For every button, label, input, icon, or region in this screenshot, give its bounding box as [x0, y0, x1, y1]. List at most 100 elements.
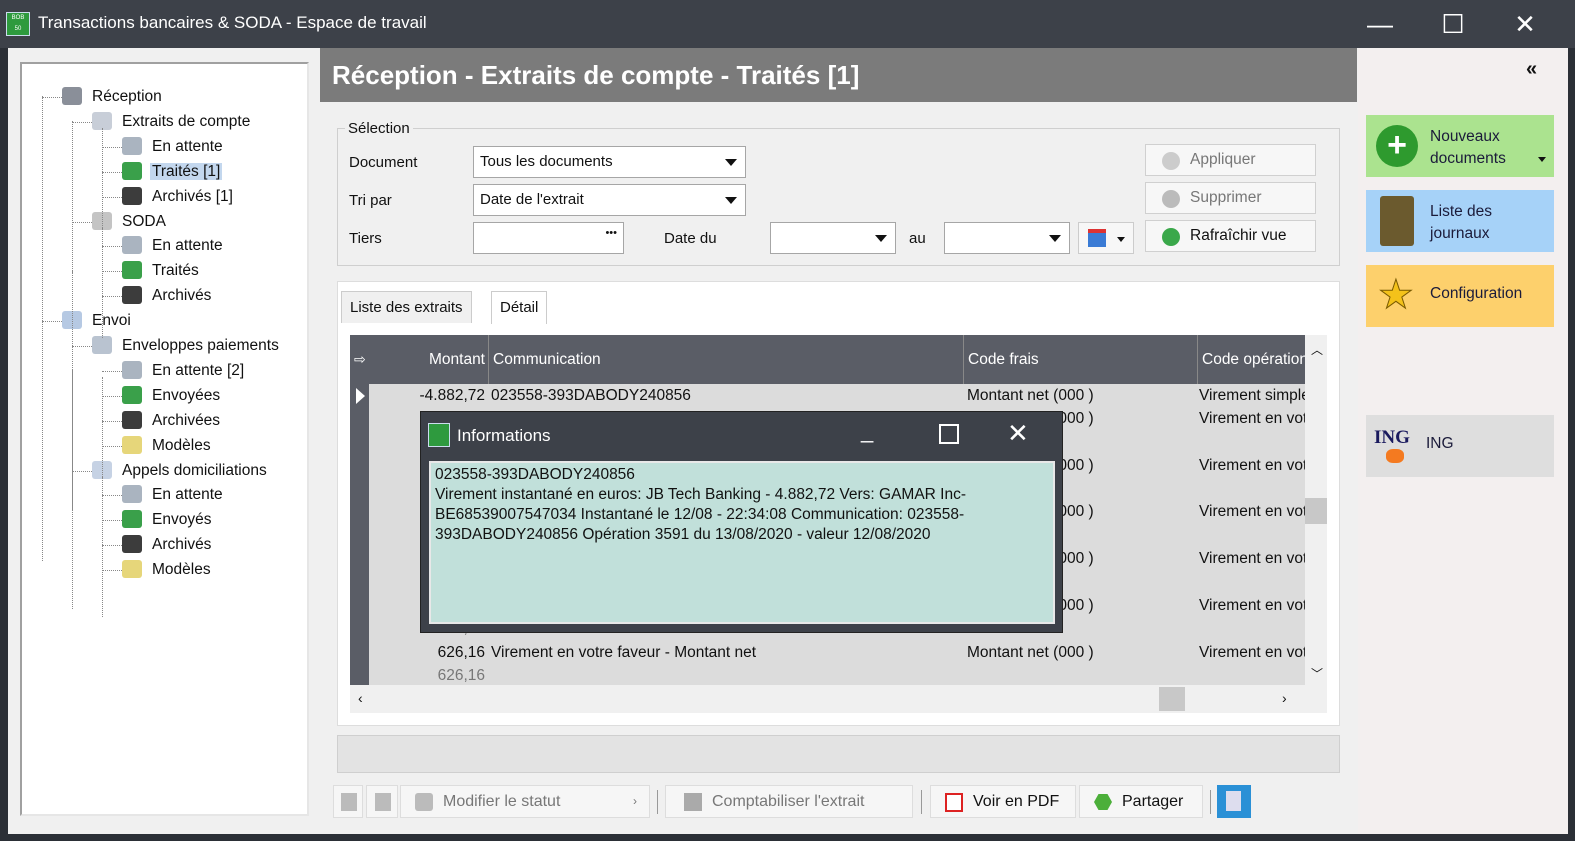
delete-button[interactable]: Supprimer — [1145, 182, 1316, 214]
tree-item[interactable]: Traités — [122, 260, 201, 281]
tree-item[interactable]: Archivés — [122, 534, 213, 555]
dialog-minimize-button[interactable]: _ — [861, 418, 873, 444]
mailbox-icon — [62, 87, 82, 105]
vertical-scrollbar[interactable]: ︿ ﹀ — [1305, 335, 1327, 685]
tree-connector — [102, 420, 122, 422]
tree-connector — [72, 346, 92, 347]
tree-item[interactable]: Modèles — [122, 435, 213, 456]
date-from-picker[interactable] — [770, 222, 896, 254]
tree-item[interactable]: Enveloppes paiements — [92, 335, 281, 356]
refresh-button[interactable]: Rafraîchir vue — [1145, 220, 1316, 252]
minimize-button[interactable]: — — [1345, 0, 1415, 48]
tree-connector — [42, 321, 62, 323]
tab-detail[interactable]: Détail — [491, 291, 548, 324]
tree-connector — [102, 495, 122, 497]
tree-item-label: Envoyés — [152, 511, 212, 529]
tree-item[interactable]: Envoi — [62, 310, 133, 331]
collapse-panel-button[interactable]: « — [1526, 58, 1537, 81]
tree-item[interactable]: Appels domiciliations — [92, 460, 269, 481]
share-button[interactable]: Partager — [1079, 785, 1203, 818]
tiers-input[interactable]: ••• — [473, 222, 624, 254]
calendar-button[interactable] — [1078, 222, 1134, 254]
share-icon — [1094, 794, 1112, 810]
tree-connector — [72, 121, 73, 273]
tree-item[interactable]: Archivées — [122, 410, 222, 431]
tree-item[interactable]: Envoyées — [122, 385, 222, 406]
view-pdf-button[interactable]: Voir en PDF — [930, 785, 1076, 818]
browse-button[interactable]: ••• — [605, 227, 617, 239]
processed-check-icon — [122, 161, 142, 180]
vertical-scroll-thumb[interactable] — [1305, 498, 1327, 524]
scroll-up-icon[interactable]: ︿ — [1311, 341, 1323, 358]
bank-ing-button[interactable]: ING ING — [1366, 415, 1554, 477]
grid-view-button[interactable] — [366, 785, 398, 818]
apply-button[interactable]: Appliquer — [1145, 144, 1316, 176]
information-textarea[interactable]: 023558-393DABODY240856 Virement instanta… — [429, 461, 1055, 624]
scroll-left-icon[interactable]: ‹ — [358, 690, 363, 706]
tree-item-label: Traités — [152, 262, 199, 280]
scroll-down-icon[interactable]: ﹀ — [1311, 665, 1323, 682]
tree-item[interactable]: Traités [1] — [122, 161, 223, 182]
current-row-icon — [356, 388, 365, 404]
date-to-picker[interactable] — [944, 222, 1070, 254]
document-select[interactable]: Tous les documents — [473, 146, 746, 178]
table-row[interactable]: -4.882,72 023558-393DABODY240856 Montant n… — [369, 385, 1306, 408]
tree-item-label: En attente — [152, 137, 223, 155]
tree-item[interactable]: Extraits de compte — [92, 111, 252, 132]
horizontal-scrollbar[interactable]: ‹ › — [350, 685, 1327, 713]
list-view-button[interactable] — [333, 785, 363, 818]
journal-list-button[interactable]: Liste des journaux — [1366, 190, 1554, 252]
modify-status-button[interactable]: Modifier le statut › — [400, 785, 650, 818]
tree-item[interactable]: Archivés — [122, 285, 213, 306]
info-body: Virement instantané en euros: JB Tech Ba… — [435, 486, 967, 543]
tree-item-label: Appels domiciliations — [122, 461, 267, 479]
scroll-right-icon[interactable]: › — [1282, 690, 1287, 706]
book-icon — [1380, 196, 1414, 246]
tree-connector — [102, 228, 103, 338]
new-documents-button[interactable]: + Nouveaux documents — [1366, 115, 1554, 177]
tree-item[interactable]: En attente — [122, 136, 225, 157]
dialog-close-button[interactable]: ✕ — [1007, 418, 1029, 449]
post-statement-button[interactable]: Comptabiliser l'extrait — [665, 785, 913, 818]
payment-envelope-icon — [92, 336, 112, 354]
tree-connector — [42, 96, 43, 561]
tree-connector — [102, 370, 122, 372]
app-icon — [428, 423, 450, 447]
document-label: Document — [349, 154, 418, 171]
configuration-button[interactable]: ★ Configuration — [1366, 265, 1554, 327]
chevron-down-icon — [1049, 235, 1061, 242]
processed-check-icon — [122, 385, 142, 404]
panel-toggle-button[interactable] — [1217, 785, 1251, 818]
tree-item-label: Traités [1] — [150, 162, 223, 180]
table-row[interactable]: 626,16 Virement en votre faveur - Montant… — [369, 642, 1305, 689]
navigation-tree[interactable]: Réception Extraits de compte En attente Tra… — [20, 62, 309, 816]
page-title: Réception - Extraits de compte - Traités… — [320, 48, 1357, 102]
cell-code-operation: Virement en votre faveur — [1199, 596, 1305, 614]
tree-item[interactable]: Archivés [1] — [122, 186, 235, 207]
cell-code-operation: Virement en votre faveur — [1199, 456, 1305, 474]
side-panel: « + Nouveaux documents Liste des journau… — [1358, 48, 1568, 834]
tree-item-label: Envoyées — [152, 386, 221, 404]
informations-dialog: Informations _ ✕ 023558-393DABODY240856 … — [420, 411, 1063, 633]
tree-item-label: Envoi — [92, 312, 131, 330]
tree-item[interactable]: En attente — [122, 235, 225, 256]
tree-item[interactable]: Réception — [62, 86, 164, 107]
horizontal-scroll-thumb[interactable] — [1159, 687, 1185, 711]
template-icon — [122, 560, 142, 579]
sort-select[interactable]: Date de l'extrait — [473, 184, 746, 216]
tree-item[interactable]: En attente — [122, 484, 225, 505]
modify-status-label: Modifier le statut — [443, 793, 561, 810]
apply-icon — [1162, 152, 1180, 170]
tree-connector — [102, 477, 103, 617]
tree-item[interactable]: Envoyés — [122, 509, 213, 530]
stopwatch-icon — [122, 360, 142, 379]
tree-item[interactable]: SODA — [92, 211, 168, 232]
tree-connector — [102, 146, 122, 148]
tree-item-label: Modèles — [152, 436, 211, 454]
tree-item[interactable]: Modèles — [122, 559, 213, 580]
close-button[interactable]: ✕ — [1490, 0, 1560, 48]
maximize-button[interactable]: ☐ — [1418, 0, 1488, 48]
dialog-maximize-button[interactable] — [939, 424, 959, 444]
tab-liste-des-extraits[interactable]: Liste des extraits — [341, 291, 472, 323]
tree-item[interactable]: En attente [2] — [122, 360, 246, 381]
